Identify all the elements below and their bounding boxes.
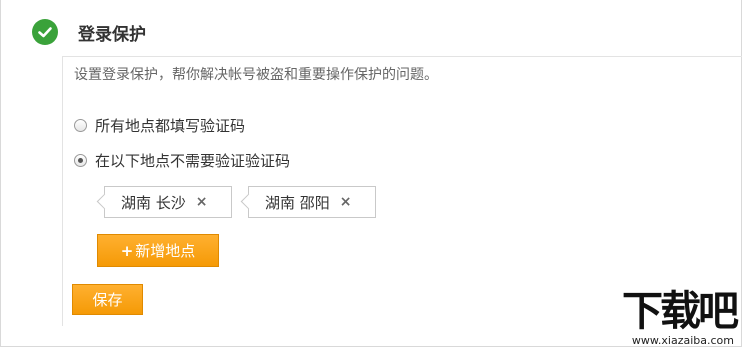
radio-button-checked[interactable] xyxy=(74,154,87,167)
watermark: 下载吧 www.xiazaiba.com xyxy=(596,287,739,348)
location-label: 湖南 长沙 xyxy=(121,193,186,212)
panel-title: 登录保护 xyxy=(78,24,146,45)
add-location-button[interactable]: + 新增地点 xyxy=(97,234,219,267)
remove-icon[interactable]: × xyxy=(196,194,208,210)
description-text: 设置登录保护，帮你解决帐号被盗和重要操作保护的问题。 xyxy=(74,67,438,83)
remove-icon[interactable]: × xyxy=(340,194,352,210)
header-divider xyxy=(62,56,742,57)
option-label: 在以下地点不需要验证验证码 xyxy=(95,152,291,170)
option-trusted-locations[interactable]: 在以下地点不需要验证验证码 xyxy=(74,150,290,171)
option-all-locations[interactable]: 所有地点都填写验证码 xyxy=(74,115,245,136)
location-label: 湖南 邵阳 xyxy=(265,193,330,212)
plus-icon: + xyxy=(120,241,134,260)
location-tag: 湖南 长沙 × xyxy=(104,186,232,218)
watermark-logo: 下载吧 xyxy=(622,287,739,335)
radio-button[interactable] xyxy=(74,119,87,132)
add-location-label: 新增地点 xyxy=(135,242,196,260)
check-circle-icon xyxy=(32,19,58,45)
content-divider xyxy=(62,56,63,326)
panel-header: 登录保护 xyxy=(32,18,146,46)
watermark-url: www.xiazaiba.com xyxy=(631,334,734,347)
location-tag: 湖南 邵阳 × xyxy=(248,186,376,218)
save-button[interactable]: 保存 xyxy=(72,284,143,315)
option-label: 所有地点都填写验证码 xyxy=(95,117,246,135)
